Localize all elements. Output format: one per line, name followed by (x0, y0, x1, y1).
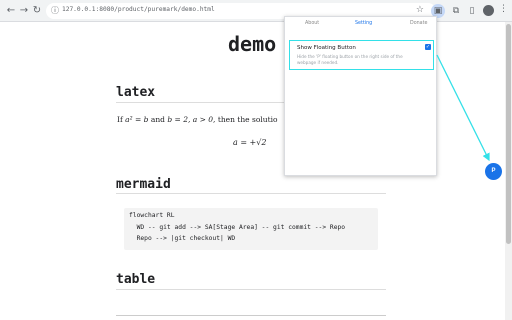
tab-setting[interactable]: Setting (355, 21, 372, 26)
latex-text-and: and (148, 115, 168, 124)
bookmark-star-icon[interactable]: ☆ (416, 5, 424, 15)
reload-icon[interactable]: ↻ (30, 4, 44, 18)
code-line: flowchart RL (129, 212, 175, 219)
code-line: WD -- git add --> SA[Stage Area] -- git … (129, 223, 346, 231)
show-floating-button-checkbox[interactable]: ✓ (425, 44, 431, 50)
table-heading: table (116, 272, 156, 287)
table-divider (116, 289, 386, 290)
profile-avatar-icon[interactable] (483, 5, 494, 16)
info-icon[interactable]: ⓘ (51, 5, 59, 16)
menu-dots-icon[interactable]: ⋮ (499, 4, 508, 14)
sidepanel-icon[interactable]: ▯ (465, 4, 479, 18)
forward-arrow-icon[interactable]: → (17, 4, 31, 18)
floating-p-button[interactable]: P (485, 163, 502, 180)
code-line: Repo --> |git checkout| WD (129, 235, 236, 242)
latex-math-1: a² = b (125, 115, 149, 124)
latex-heading: latex (116, 85, 156, 100)
latex-paragraph: If a² = b and b = 2, a > 0, then the sol… (117, 115, 278, 124)
extensions-puzzle-icon[interactable]: ⧉ (449, 4, 463, 18)
setting-label: Show Floating Button (297, 45, 356, 51)
page-title: demo (228, 32, 277, 56)
mermaid-heading: mermaid (116, 177, 171, 192)
latex-text-suffix: , then the solutio (213, 115, 278, 124)
setting-description: Hide the 'P' floating button on the righ… (297, 54, 403, 65)
latex-text-prefix: If (117, 115, 126, 124)
latex-math-2: b = 2, a > 0 (167, 115, 214, 124)
back-arrow-icon[interactable]: ← (4, 4, 18, 18)
floating-button-setting: Show Floating Button ✓ Hide the 'P' floa… (289, 40, 434, 70)
table-top-border (116, 315, 386, 316)
tab-donate[interactable]: Donate (410, 21, 427, 26)
latex-equation: a = +√2 (233, 138, 267, 147)
page-scrollbar[interactable] (505, 22, 512, 320)
url-text: 127.0.0.1:8080/product/puremark/demo.htm… (62, 6, 215, 13)
mermaid-code-block: flowchart RL WD -- git add --> SA[Stage … (124, 208, 378, 250)
tab-about[interactable]: About (305, 21, 319, 26)
scrollbar-thumb[interactable] (506, 24, 511, 244)
extension-popup: About Setting Donate Show Floating Butto… (284, 16, 437, 176)
mermaid-divider (116, 193, 386, 194)
